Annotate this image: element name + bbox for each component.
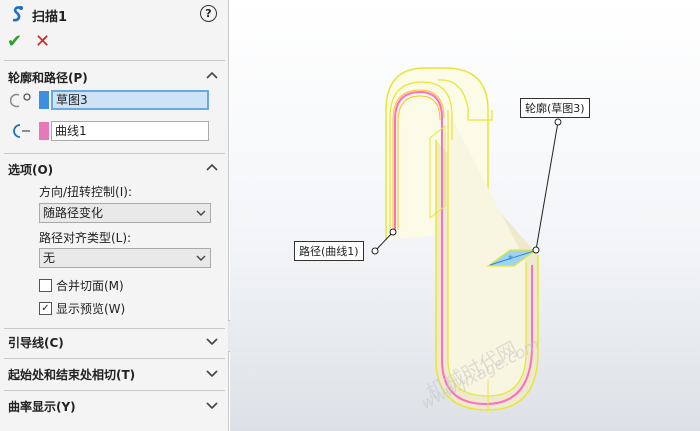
merge-faces-label[interactable]: 合并切面(M) xyxy=(56,277,124,294)
profile-icon xyxy=(10,93,31,108)
divider xyxy=(4,328,225,329)
chevron-down-icon xyxy=(196,255,206,261)
divider xyxy=(4,60,225,61)
property-manager: 扫描1 ? ✔ ✕ 轮廓和路径(P) 草图3 曲线1 选项(O) 方向/扭转控制… xyxy=(0,0,229,431)
checkmark-icon: ✔ xyxy=(7,31,23,52)
path-callout[interactable]: 路径(曲线1) xyxy=(294,241,364,261)
chevron-down-icon[interactable] xyxy=(206,399,218,411)
path-color-swatch xyxy=(39,122,49,140)
orientation-value: 随路径变化 xyxy=(43,206,104,220)
feature-title: 扫描1 xyxy=(32,10,68,25)
chevron-down-icon[interactable] xyxy=(206,367,218,379)
ok-button[interactable]: ✔ xyxy=(7,31,22,52)
divider xyxy=(4,390,225,391)
orientation-select[interactable]: 随路径变化 xyxy=(39,203,211,223)
profile-callout[interactable]: 轮廓(草图3) xyxy=(520,98,590,118)
alignment-label: 路径对齐类型(L): xyxy=(39,231,132,245)
cancel-button[interactable]: ✕ xyxy=(35,31,50,52)
divider xyxy=(4,153,225,154)
profile-color-swatch xyxy=(39,91,49,109)
help-button[interactable]: ? xyxy=(200,5,217,22)
alignment-select[interactable]: 无 xyxy=(39,248,211,268)
section-title-profile-path[interactable]: 轮廓和路径(P) xyxy=(8,69,88,86)
merge-faces-checkbox[interactable] xyxy=(39,279,52,292)
section-title-curvature[interactable]: 曲率显示(Y) xyxy=(8,398,76,415)
chevron-up-icon[interactable] xyxy=(206,162,218,174)
section-title-options[interactable]: 选项(O) xyxy=(8,161,53,178)
profile-field[interactable]: 草图3 xyxy=(51,90,209,110)
path-field[interactable]: 曲线1 xyxy=(51,121,209,141)
svg-text:*: * xyxy=(508,254,513,265)
path-icon xyxy=(13,124,30,138)
chevron-up-icon[interactable] xyxy=(206,70,218,82)
graphics-viewport[interactable]: * 轮廓(草图3) 路径(曲线1) 机械时代网 www.jixage.com xyxy=(230,0,700,431)
title-bar: 扫描1 ? xyxy=(0,0,229,28)
section-title-guides[interactable]: 引导线(C) xyxy=(8,334,64,351)
section-title-tangency[interactable]: 起始处和结束处相切(T) xyxy=(8,366,135,383)
sweep-feature-icon xyxy=(12,6,23,22)
alignment-value: 无 xyxy=(43,251,56,265)
orientation-label: 方向/扭转控制(I): xyxy=(39,185,132,199)
close-icon: ✕ xyxy=(35,31,51,52)
divider xyxy=(4,358,225,359)
show-preview-checkbox[interactable]: ✓ xyxy=(39,302,52,315)
chevron-down-icon[interactable] xyxy=(206,335,218,347)
show-preview-label[interactable]: 显示预览(W) xyxy=(56,300,125,317)
chevron-down-icon xyxy=(196,210,206,216)
